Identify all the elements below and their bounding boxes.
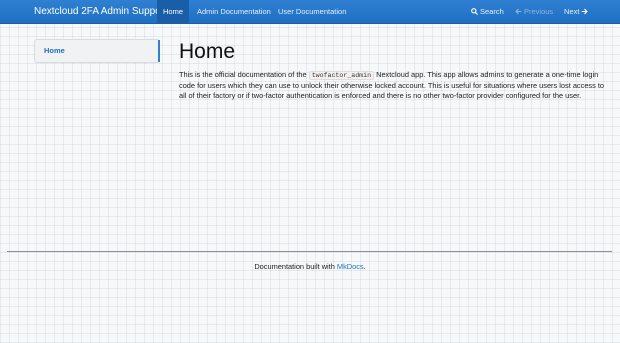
- search-label: Search: [480, 7, 504, 16]
- app-name-code: twofactor_admin: [308, 71, 375, 80]
- nav-admin-documentation[interactable]: Admin Documentation: [197, 0, 271, 24]
- top-navbar: Nextcloud 2FA Admin Support Home Admin D…: [0, 0, 620, 24]
- arrow-right-icon: [582, 8, 589, 15]
- search-link[interactable]: Search: [471, 0, 504, 24]
- previous-link: Previous: [515, 0, 553, 24]
- footer-divider: [7, 251, 612, 252]
- sidebar-item-home[interactable]: Home: [35, 40, 160, 62]
- page-content: This is the official documentation of th…: [179, 70, 611, 101]
- footer: Documentation built with MkDocs.: [0, 262, 620, 271]
- next-link[interactable]: Next: [564, 0, 589, 24]
- arrow-left-icon: [515, 8, 522, 15]
- sidebar-toc: Home: [34, 39, 160, 63]
- next-label: Next: [564, 7, 580, 16]
- site-brand[interactable]: Nextcloud 2FA Admin Support: [34, 0, 167, 24]
- nav-home[interactable]: Home: [157, 0, 189, 24]
- previous-label: Previous: [524, 7, 554, 16]
- mkdocs-link[interactable]: MkDocs: [337, 262, 364, 271]
- intro-text-start: This is the official documentation of th…: [179, 70, 309, 79]
- search-icon: [471, 8, 478, 15]
- nav-user-documentation[interactable]: User Documentation: [278, 0, 346, 24]
- footer-text: Documentation built with: [254, 262, 337, 271]
- footer-suffix: .: [363, 262, 366, 271]
- page-title: Home: [179, 40, 236, 63]
